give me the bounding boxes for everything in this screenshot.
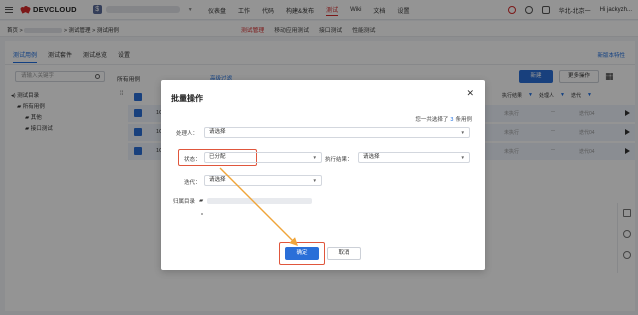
annotation-arrow [219,167,298,246]
arrow-line [219,167,298,246]
